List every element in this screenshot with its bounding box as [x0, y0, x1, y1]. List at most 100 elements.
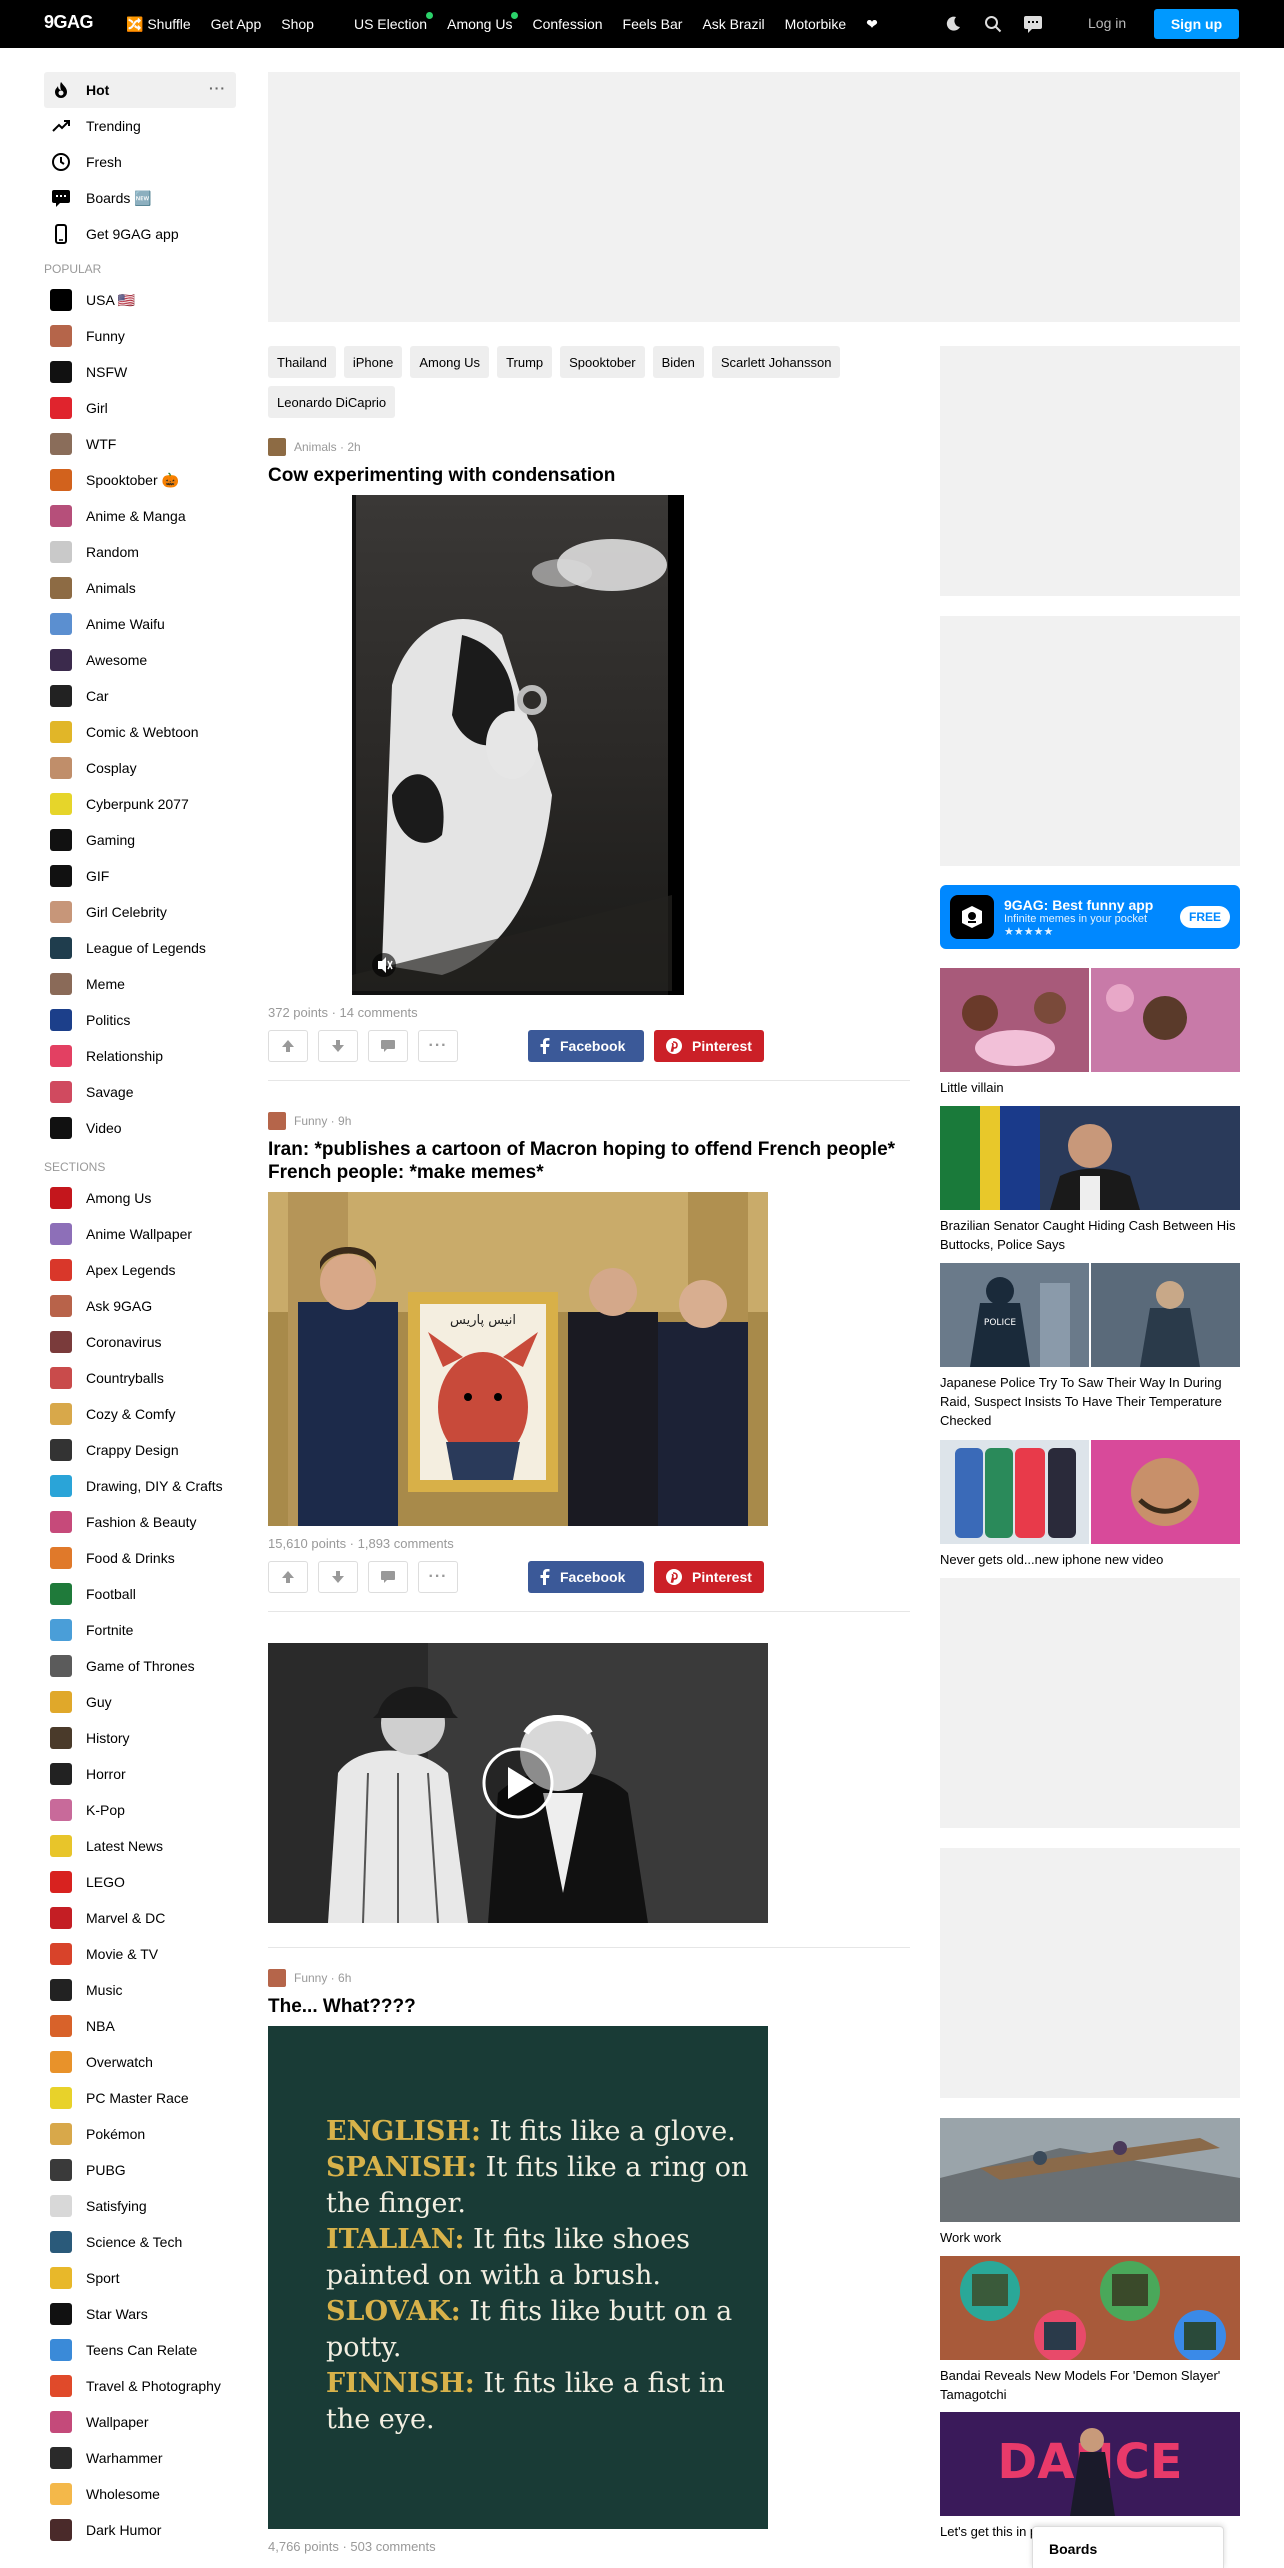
sidebar-item-nba[interactable]: NBA	[44, 2008, 236, 2044]
sidebar-item-football[interactable]: Football	[44, 1576, 236, 1612]
post-stats[interactable]: 15,610 points · 1,893 comments	[268, 1536, 910, 1551]
sidebar-item-among-us[interactable]: Among Us	[44, 1180, 236, 1216]
downvote-button[interactable]	[318, 1030, 358, 1062]
sidebar-item-overwatch[interactable]: Overwatch	[44, 2044, 236, 2080]
moon-icon[interactable]	[942, 13, 964, 35]
sidebar-item-horror[interactable]: Horror	[44, 1756, 236, 1792]
sidebar-item-fresh[interactable]: Fresh	[44, 144, 236, 180]
tag-chip[interactable]: iPhone	[343, 346, 403, 378]
section-avatar[interactable]	[268, 1112, 286, 1130]
sidebar-item-girl-celebrity[interactable]: Girl Celebrity	[44, 894, 236, 930]
sidebar-item-random[interactable]: Random	[44, 534, 236, 570]
sidebar-item-boards[interactable]: Boards 🆕	[44, 180, 236, 216]
sidebar-item-savage[interactable]: Savage	[44, 1074, 236, 1110]
sidebar-item-league-of-legends[interactable]: League of Legends	[44, 930, 236, 966]
downvote-button[interactable]	[318, 1561, 358, 1593]
sidebar-item-countryballs[interactable]: Countryballs	[44, 1360, 236, 1396]
nav-heart[interactable]: ❤	[856, 0, 888, 48]
sidebar-item-politics[interactable]: Politics	[44, 1002, 236, 1038]
nav-ask-brazil[interactable]: Ask Brazil	[692, 0, 774, 48]
facebook-share-button[interactable]: Facebook	[528, 1561, 644, 1593]
rail-card[interactable]: Bandai Reveals New Models For 'Demon Sla…	[940, 2256, 1240, 2404]
sidebar-item-lego[interactable]: LEGO	[44, 1864, 236, 1900]
sidebar-item-cosplay[interactable]: Cosplay	[44, 750, 236, 786]
nav-confession[interactable]: Confession	[522, 0, 612, 48]
tag-chip[interactable]: Trump	[497, 346, 553, 378]
sidebar-item-video[interactable]: Video	[44, 1110, 236, 1146]
sidebar-item-music[interactable]: Music	[44, 1972, 236, 2008]
sidebar-item-comic-webtoon[interactable]: Comic & Webtoon	[44, 714, 236, 750]
sidebar-item-game-of-thrones[interactable]: Game of Thrones	[44, 1648, 236, 1684]
upvote-button[interactable]	[268, 1030, 308, 1062]
sidebar-item-k-pop[interactable]: K-Pop	[44, 1792, 236, 1828]
search-icon[interactable]	[982, 13, 1004, 35]
sidebar-item-cyberpunk-2077[interactable]: Cyberpunk 2077	[44, 786, 236, 822]
tag-chip[interactable]: Among Us	[410, 346, 490, 378]
sidebar-item-hot[interactable]: Hot ···	[44, 72, 236, 108]
sidebar-item-animals[interactable]: Animals	[44, 570, 236, 606]
tag-chip[interactable]: Spooktober	[560, 346, 645, 378]
rail-card[interactable]: Brazilian Senator Caught Hiding Cash Bet…	[940, 1106, 1240, 1254]
sidebar-item-anime-manga[interactable]: Anime & Manga	[44, 498, 236, 534]
sidebar-item-anime-wallpaper[interactable]: Anime Wallpaper	[44, 1216, 236, 1252]
nav-motorbike[interactable]: Motorbike	[775, 0, 856, 48]
tag-chip[interactable]: Biden	[652, 346, 704, 378]
sidebar-item-guy[interactable]: Guy	[44, 1684, 236, 1720]
post-section-time[interactable]: Animals · 2h	[294, 440, 361, 454]
sidebar-item-gaming[interactable]: Gaming	[44, 822, 236, 858]
rail-card[interactable]: POLICE Japanese Police Try To Saw Their …	[940, 1263, 1240, 1430]
sidebar-item-wallpaper[interactable]: Wallpaper	[44, 2404, 236, 2440]
sidebar-item-marvel-dc[interactable]: Marvel & DC	[44, 1900, 236, 1936]
sidebar-item-fortnite[interactable]: Fortnite	[44, 1612, 236, 1648]
nav-shuffle[interactable]: 🔀 Shuffle	[116, 0, 201, 48]
pinterest-share-button[interactable]: Pinterest	[654, 1030, 764, 1062]
sidebar-item-gif[interactable]: GIF	[44, 858, 236, 894]
sidebar-item-nsfw[interactable]: NSFW	[44, 354, 236, 390]
app-promo-banner[interactable]: 9GAG: Best funny app Infinite memes in y…	[940, 885, 1240, 949]
sidebar-item-drawing-diy-crafts[interactable]: Drawing, DIY & Crafts	[44, 1468, 236, 1504]
sidebar-item-dark-humor[interactable]: Dark Humor	[44, 2512, 236, 2548]
sidebar-item-latest-news[interactable]: Latest News	[44, 1828, 236, 1864]
sidebar-item-teens-can-relate[interactable]: Teens Can Relate	[44, 2332, 236, 2368]
sidebar-item-funny[interactable]: Funny	[44, 318, 236, 354]
section-avatar[interactable]	[268, 438, 286, 456]
sidebar-item-movie-tv[interactable]: Movie & TV	[44, 1936, 236, 1972]
sidebar-item-trending[interactable]: Trending	[44, 108, 236, 144]
sidebar-item-pok-mon[interactable]: Pokémon	[44, 2116, 236, 2152]
post-video[interactable]	[268, 1643, 768, 1923]
post-title[interactable]: Iran: *publishes a cartoon of Macron hop…	[268, 1138, 910, 1184]
rail-card[interactable]: Work work	[940, 2118, 1240, 2247]
rail-card[interactable]: Little villain	[940, 968, 1240, 1097]
sidebar-item-meme[interactable]: Meme	[44, 966, 236, 1002]
chat-icon[interactable]	[1022, 13, 1044, 35]
more-button[interactable]: ···	[418, 1561, 458, 1593]
sidebar-item-pc-master-race[interactable]: PC Master Race	[44, 2080, 236, 2116]
sidebar-item-ask-9gag[interactable]: Ask 9GAG	[44, 1288, 236, 1324]
rail-card[interactable]: Never gets old...new iphone new video	[940, 1440, 1240, 1569]
facebook-share-button[interactable]: Facebook	[528, 1030, 644, 1062]
sidebar-item-spooktober[interactable]: Spooktober 🎃	[44, 462, 236, 498]
more-options-icon[interactable]: ···	[209, 80, 226, 96]
more-button[interactable]: ···	[418, 1030, 458, 1062]
section-avatar[interactable]	[268, 1969, 286, 1987]
sidebar-item-cozy-comfy[interactable]: Cozy & Comfy	[44, 1396, 236, 1432]
post-stats[interactable]: 4,766 points · 503 comments	[268, 2539, 910, 2554]
sidebar-item-satisfying[interactable]: Satisfying	[44, 2188, 236, 2224]
nav-shop[interactable]: Shop	[271, 0, 324, 48]
signup-button[interactable]: Sign up	[1154, 9, 1239, 39]
rail-card[interactable]: DANCE Let's get this in please.	[940, 2412, 1240, 2541]
logo[interactable]: 9GAG	[44, 12, 94, 33]
sidebar-item-science-tech[interactable]: Science & Tech	[44, 2224, 236, 2260]
comment-button[interactable]	[368, 1030, 408, 1062]
sidebar-item-crappy-design[interactable]: Crappy Design	[44, 1432, 236, 1468]
sidebar-item-history[interactable]: History	[44, 1720, 236, 1756]
pinterest-share-button[interactable]: Pinterest	[654, 1561, 764, 1593]
login-link[interactable]: Log in	[1088, 15, 1126, 31]
sidebar-item-pubg[interactable]: PUBG	[44, 2152, 236, 2188]
nav-us-election[interactable]: US Election	[344, 0, 437, 48]
post-image[interactable]: ENGLISH: It fits like a glove. SPANISH: …	[268, 2026, 768, 2529]
tag-chip[interactable]: Scarlett Johansson	[711, 346, 841, 378]
sidebar-item-car[interactable]: Car	[44, 678, 236, 714]
sidebar-item-relationship[interactable]: Relationship	[44, 1038, 236, 1074]
sidebar-item-travel-photography[interactable]: Travel & Photography	[44, 2368, 236, 2404]
